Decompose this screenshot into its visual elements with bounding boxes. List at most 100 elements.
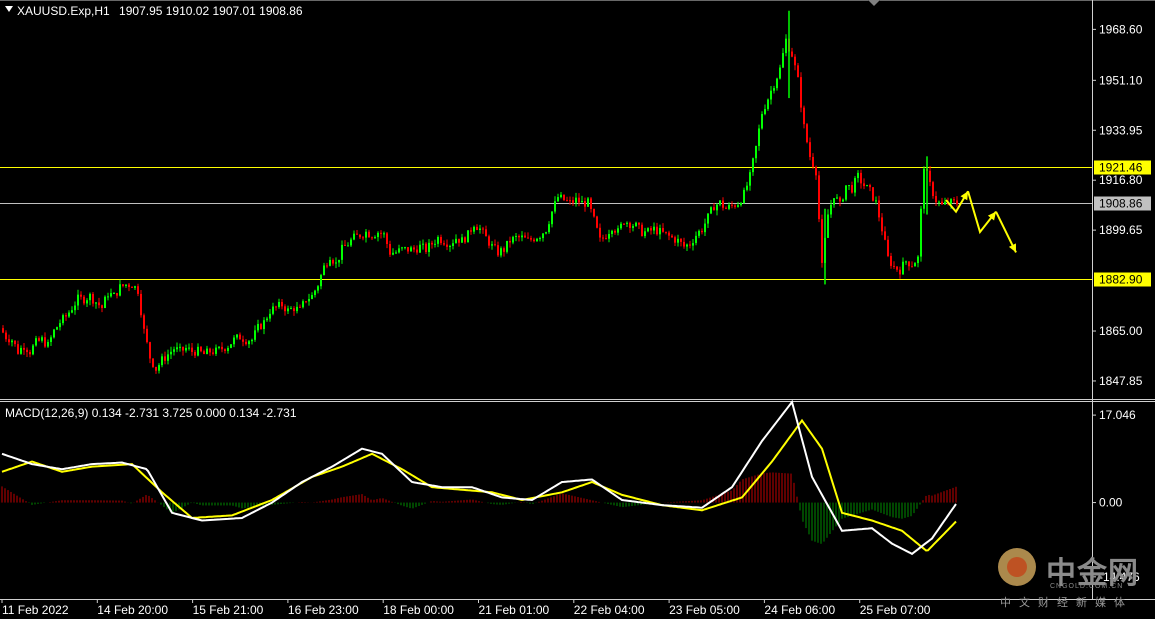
- candle-bull: [521, 235, 523, 238]
- candle-bull: [179, 346, 181, 348]
- candle-bear: [797, 65, 799, 78]
- candle-bull: [215, 347, 217, 354]
- candle-bull: [845, 185, 847, 200]
- time-tick-label: 15 Feb 21:00: [193, 603, 264, 617]
- candle-bull: [374, 237, 376, 239]
- candle-bear: [908, 261, 910, 267]
- candle-bear: [356, 233, 358, 235]
- candle-bull: [86, 300, 88, 304]
- candle-bull: [632, 226, 634, 228]
- candle-bear: [446, 244, 448, 247]
- candle-bull: [263, 320, 265, 330]
- candle-bull: [434, 243, 436, 245]
- forecast-arrow: [967, 190, 997, 235]
- candle-bear: [665, 231, 667, 233]
- candle-bull: [236, 334, 238, 338]
- macd-tick-label: 17.046: [1099, 408, 1136, 422]
- time-tick-label: 16 Feb 23:00: [288, 603, 359, 617]
- symbol-header: XAUUSD.Exp,H1 1907.95 1910.02 1907.01 19…: [17, 4, 303, 18]
- candle-bull: [827, 214, 829, 238]
- candle-bull: [857, 172, 859, 179]
- candle-bear: [566, 200, 568, 202]
- candle-bull: [353, 233, 355, 240]
- candle-bear: [662, 228, 664, 232]
- candle-bear: [368, 231, 370, 238]
- candle-bear: [482, 228, 484, 230]
- candle-bull: [707, 213, 709, 224]
- candle-bull: [308, 298, 310, 302]
- candle-bull: [419, 244, 421, 253]
- candle-bear: [599, 227, 601, 238]
- candle-bull: [350, 239, 352, 246]
- candle-bull: [740, 202, 742, 206]
- candle-bear: [809, 142, 811, 158]
- signal-line: [1, 418, 957, 552]
- candle-bull: [257, 323, 259, 331]
- price-tick-label: 1865.00: [1099, 324, 1143, 338]
- price-tick-label: 1847.85: [1099, 374, 1143, 388]
- candle-bear: [26, 349, 28, 353]
- candle-bull: [719, 200, 721, 205]
- candle-bull: [479, 228, 481, 231]
- shift-marker-icon: [868, 0, 880, 6]
- macd-line: [1, 399, 957, 556]
- candle-bear: [527, 237, 529, 239]
- candle-bear: [38, 338, 40, 341]
- candle-bear: [407, 247, 409, 252]
- candle-bull: [764, 109, 766, 115]
- candle-bull: [500, 248, 502, 256]
- candle-bull: [248, 341, 250, 345]
- candle-bear: [194, 351, 196, 356]
- candle-bull: [227, 347, 229, 351]
- candle-bull: [287, 308, 289, 312]
- candle-bear: [371, 237, 373, 239]
- candle-bear: [689, 244, 691, 246]
- time-tick-label: 18 Feb 00:00: [383, 603, 454, 617]
- time-tick-label: 14 Feb 20:00: [97, 603, 168, 617]
- candle-bear: [872, 187, 874, 201]
- candle-bull: [902, 261, 904, 275]
- candle-bear: [533, 239, 535, 242]
- candle-bull: [254, 330, 256, 340]
- candle-bull: [923, 168, 925, 209]
- candle-bear: [221, 346, 223, 350]
- candle-bull: [53, 329, 55, 338]
- candle-bull: [104, 296, 106, 309]
- price-tick-label: 1933.95: [1099, 123, 1143, 137]
- candle-bear: [680, 238, 682, 242]
- candle-bear: [140, 293, 142, 316]
- candle-bull: [761, 114, 763, 129]
- candle-bear: [932, 182, 934, 197]
- candle-bull: [491, 244, 493, 246]
- candle-bear: [863, 183, 865, 187]
- candle-bear: [818, 175, 820, 220]
- candle-bull: [197, 346, 199, 356]
- candle-bear: [389, 244, 391, 255]
- candle-bear: [23, 347, 25, 350]
- candle-bear: [275, 306, 277, 308]
- candle-bull: [914, 263, 916, 267]
- candle-bear: [131, 286, 133, 288]
- candle-bull: [554, 201, 556, 212]
- chart-canvas: 1968.60 1951.10 1933.95 1916.80 1899.65 1865.…: [0, 0, 1155, 617]
- level-lines: [0, 167, 1092, 280]
- candle-bull: [749, 172, 751, 186]
- candle-bull: [392, 252, 394, 255]
- candle-bull: [698, 230, 700, 236]
- candle-bear: [803, 107, 805, 125]
- candle-bear: [239, 334, 241, 340]
- candle-bear: [137, 286, 139, 294]
- candle-bull: [716, 204, 718, 211]
- candle-bear: [791, 51, 793, 57]
- candle-bull: [548, 224, 550, 233]
- candle-bear: [596, 216, 598, 228]
- candle-bull: [587, 198, 589, 207]
- candle-bull: [743, 189, 745, 203]
- candle-bear: [953, 199, 955, 201]
- cngold-logo-icon: [998, 548, 1036, 586]
- candle-bear: [674, 237, 676, 243]
- collapse-triangle-icon[interactable]: [5, 6, 13, 12]
- candle-bear: [293, 308, 295, 312]
- candle-bear: [815, 166, 817, 176]
- candle-bull: [728, 204, 730, 209]
